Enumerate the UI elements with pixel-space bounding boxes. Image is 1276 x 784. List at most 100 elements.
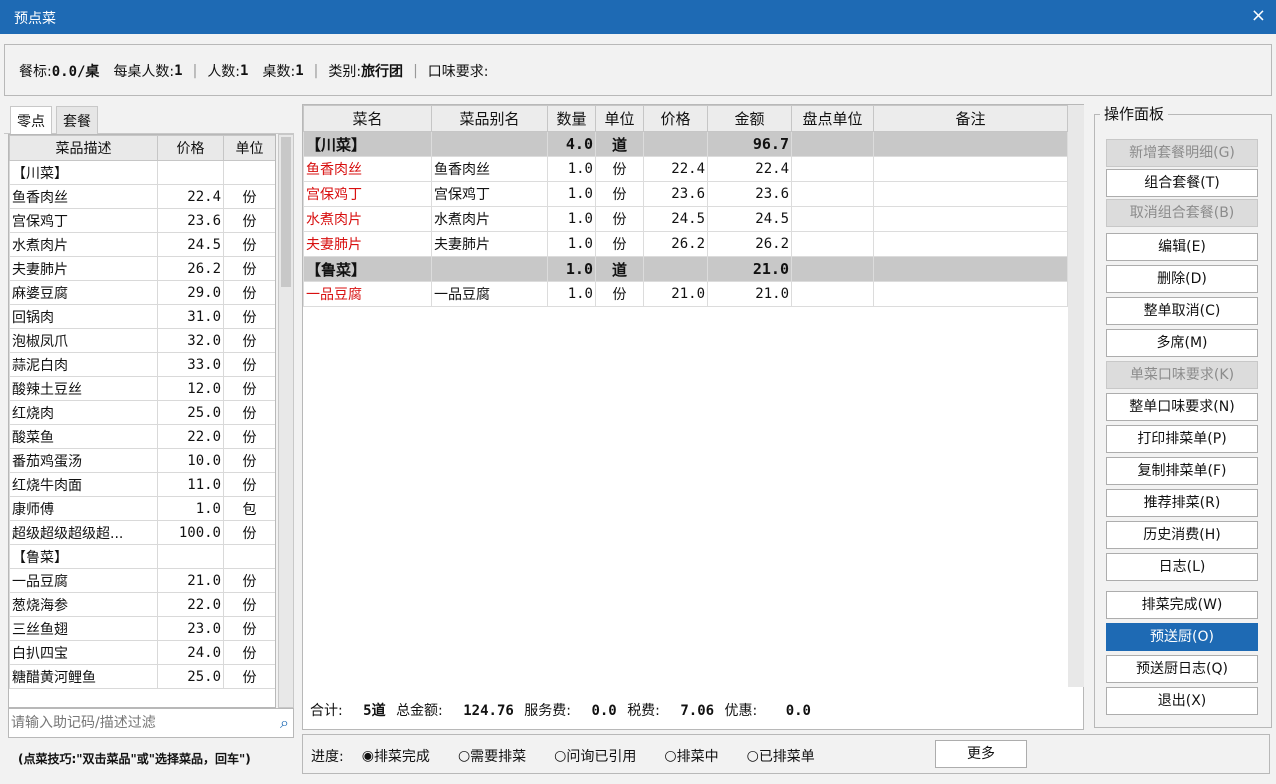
col-price[interactable]: 价格 <box>643 105 708 132</box>
price-cell <box>157 160 224 185</box>
tab-a-la-carte[interactable]: 零点 <box>10 106 52 134</box>
col-amount[interactable]: 金额 <box>707 105 792 132</box>
taste-requirement-label: 口味要求: <box>427 64 489 80</box>
amount-cell: 24.5 <box>707 206 792 232</box>
price-cell: 22.0 <box>157 592 224 617</box>
menu-group-row[interactable]: 【鲁菜】 <box>9 544 275 569</box>
multi-table-button[interactable]: 多席(M) <box>1106 329 1258 357</box>
menu-row[interactable]: 宫保鸡丁 23.6 份 <box>9 208 275 233</box>
col-dish-desc[interactable]: 菜品描述 <box>9 135 158 161</box>
scroll-thumb[interactable] <box>281 137 291 287</box>
separator: | <box>413 63 418 79</box>
col-price[interactable]: 价格 <box>157 135 224 161</box>
title-bar: 预点菜 × <box>0 0 1276 34</box>
search-icon[interactable]: ⌕ <box>280 713 289 733</box>
menu-row[interactable]: 酸辣土豆丝 12.0 份 <box>9 376 275 401</box>
order-group-row[interactable]: 【川菜】 4.0 道 96.7 <box>303 131 1068 157</box>
menu-scrollbar[interactable] <box>278 134 294 708</box>
order-taste-button[interactable]: 整单口味要求(N) <box>1106 393 1258 421</box>
copy-menu-button[interactable]: 复制排菜单(F) <box>1106 457 1258 485</box>
menu-group-row[interactable]: 【川菜】 <box>9 160 275 185</box>
order-row[interactable]: 水煮肉片 水煮肉片 1.0 份 24.5 24.5 <box>303 206 1068 232</box>
remark-cell <box>873 181 1068 207</box>
dish-name-cell: 水煮肉片 <box>303 206 432 232</box>
col-stock-unit[interactable]: 盘点单位 <box>791 105 874 132</box>
recommend-button[interactable]: 推荐排菜(R) <box>1106 489 1258 517</box>
menu-row[interactable]: 酸菜鱼 22.0 份 <box>9 424 275 449</box>
delete-button[interactable]: 删除(D) <box>1106 265 1258 293</box>
radio-arrange-done[interactable]: ◉ 排菜完成 <box>362 746 430 766</box>
menu-row[interactable]: 鱼香肉丝 22.4 份 <box>9 184 275 209</box>
tax-value: 7.06 <box>680 703 715 719</box>
order-row[interactable]: 宫保鸡丁 宫保鸡丁 1.0 份 23.6 23.6 <box>303 181 1068 207</box>
amount-cell: 96.7 <box>707 131 792 157</box>
unit-cell: 份 <box>595 281 644 307</box>
menu-row[interactable]: 红烧肉 25.0 份 <box>9 400 275 425</box>
unit-cell: 份 <box>223 472 275 497</box>
menu-row[interactable]: 麻婆豆腐 29.0 份 <box>9 280 275 305</box>
unit-cell: 份 <box>223 592 275 617</box>
pre-send-log-button[interactable]: 预送厨日志(Q) <box>1106 655 1258 683</box>
col-unit[interactable]: 单位 <box>223 135 275 161</box>
arrange-done-button[interactable]: 排菜完成(W) <box>1106 591 1258 619</box>
menu-row[interactable]: 葱烧海参 22.0 份 <box>9 592 275 617</box>
order-group-row[interactable]: 【鲁菜】 1.0 道 21.0 <box>303 256 1068 282</box>
pre-send-kitchen-button[interactable]: 预送厨(O) <box>1106 623 1258 651</box>
menu-row[interactable]: 回锅肉 31.0 份 <box>9 304 275 329</box>
menu-row[interactable]: 超级超级超级超... 100.0 份 <box>9 520 275 545</box>
dish-alias-cell: 夫妻肺片 <box>431 231 548 257</box>
menu-row[interactable]: 三丝鱼翅 23.0 份 <box>9 616 275 641</box>
menu-row[interactable]: 康师傅 1.0 包 <box>9 496 275 521</box>
menu-row[interactable]: 夫妻肺片 26.2 份 <box>9 256 275 281</box>
radio-need-arrange[interactable]: ○ 需要排菜 <box>458 746 526 766</box>
radio-inquiry-referenced[interactable]: ○ 问询已引用 <box>554 746 636 766</box>
col-remark[interactable]: 备注 <box>873 105 1068 132</box>
menu-row[interactable]: 番茄鸡蛋汤 10.0 份 <box>9 448 275 473</box>
dish-desc-cell: 一品豆腐 <box>9 568 158 593</box>
dish-desc-cell: 三丝鱼翅 <box>9 616 158 641</box>
menu-row[interactable]: 红烧牛肉面 11.0 份 <box>9 472 275 497</box>
radio-arranging[interactable]: ○ 排菜中 <box>664 746 718 766</box>
cancel-order-button[interactable]: 整单取消(C) <box>1106 297 1258 325</box>
quantity-cell: 1.0 <box>547 231 596 257</box>
service-fee-value: 0.0 <box>591 703 617 719</box>
filter-input[interactable] <box>11 712 267 734</box>
order-row[interactable]: 一品豆腐 一品豆腐 1.0 份 21.0 21.0 <box>303 281 1068 307</box>
tab-set-meal[interactable]: 套餐 <box>56 106 98 134</box>
order-row[interactable]: 鱼香肉丝 鱼香肉丝 1.0 份 22.4 22.4 <box>303 156 1068 182</box>
unit-cell: 份 <box>223 208 275 233</box>
price-cell: 29.0 <box>157 280 224 305</box>
price-cell: 32.0 <box>157 328 224 353</box>
combine-set-button[interactable]: 组合套餐(T) <box>1106 169 1258 197</box>
order-scrollbar[interactable] <box>1068 105 1084 687</box>
order-row[interactable]: 夫妻肺片 夫妻肺片 1.0 份 26.2 26.2 <box>303 231 1068 257</box>
dish-name-cell: 【鲁菜】 <box>303 256 432 282</box>
menu-row[interactable]: 蒜泥白肉 33.0 份 <box>9 352 275 377</box>
menu-row[interactable]: 一品豆腐 21.0 份 <box>9 568 275 593</box>
price-cell: 10.0 <box>157 448 224 473</box>
menu-row[interactable]: 糖醋黄河鲤鱼 25.0 份 <box>9 664 275 689</box>
unit-cell: 份 <box>223 280 275 305</box>
price-cell: 21.0 <box>643 281 708 307</box>
menu-row[interactable]: 白扒四宝 24.0 份 <box>9 640 275 665</box>
menu-row[interactable]: 水煮肉片 24.5 份 <box>9 232 275 257</box>
more-button[interactable]: 更多 <box>935 740 1027 768</box>
discount-value: 0.0 <box>785 703 811 719</box>
radio-arranged-menu[interactable]: ○ 已排菜单 <box>747 746 815 766</box>
exit-button[interactable]: 退出(X) <box>1106 687 1258 715</box>
log-button[interactable]: 日志(L) <box>1106 553 1258 581</box>
quantity-cell: 1.0 <box>547 206 596 232</box>
edit-button[interactable]: 编辑(E) <box>1106 233 1258 261</box>
col-dish-name[interactable]: 菜名 <box>303 105 432 132</box>
people-count-label: 人数: <box>207 64 241 80</box>
stock-unit-cell <box>791 131 874 157</box>
add-set-detail-button: 新增套餐明细(G) <box>1106 139 1258 167</box>
menu-row[interactable]: 泡椒凤爪 32.0 份 <box>9 328 275 353</box>
col-dish-alias[interactable]: 菜品别名 <box>431 105 548 132</box>
close-icon[interactable]: × <box>1251 5 1266 26</box>
unit-cell: 份 <box>223 520 275 545</box>
col-quantity[interactable]: 数量 <box>547 105 596 132</box>
col-unit[interactable]: 单位 <box>595 105 644 132</box>
print-menu-button[interactable]: 打印排菜单(P) <box>1106 425 1258 453</box>
history-button[interactable]: 历史消费(H) <box>1106 521 1258 549</box>
